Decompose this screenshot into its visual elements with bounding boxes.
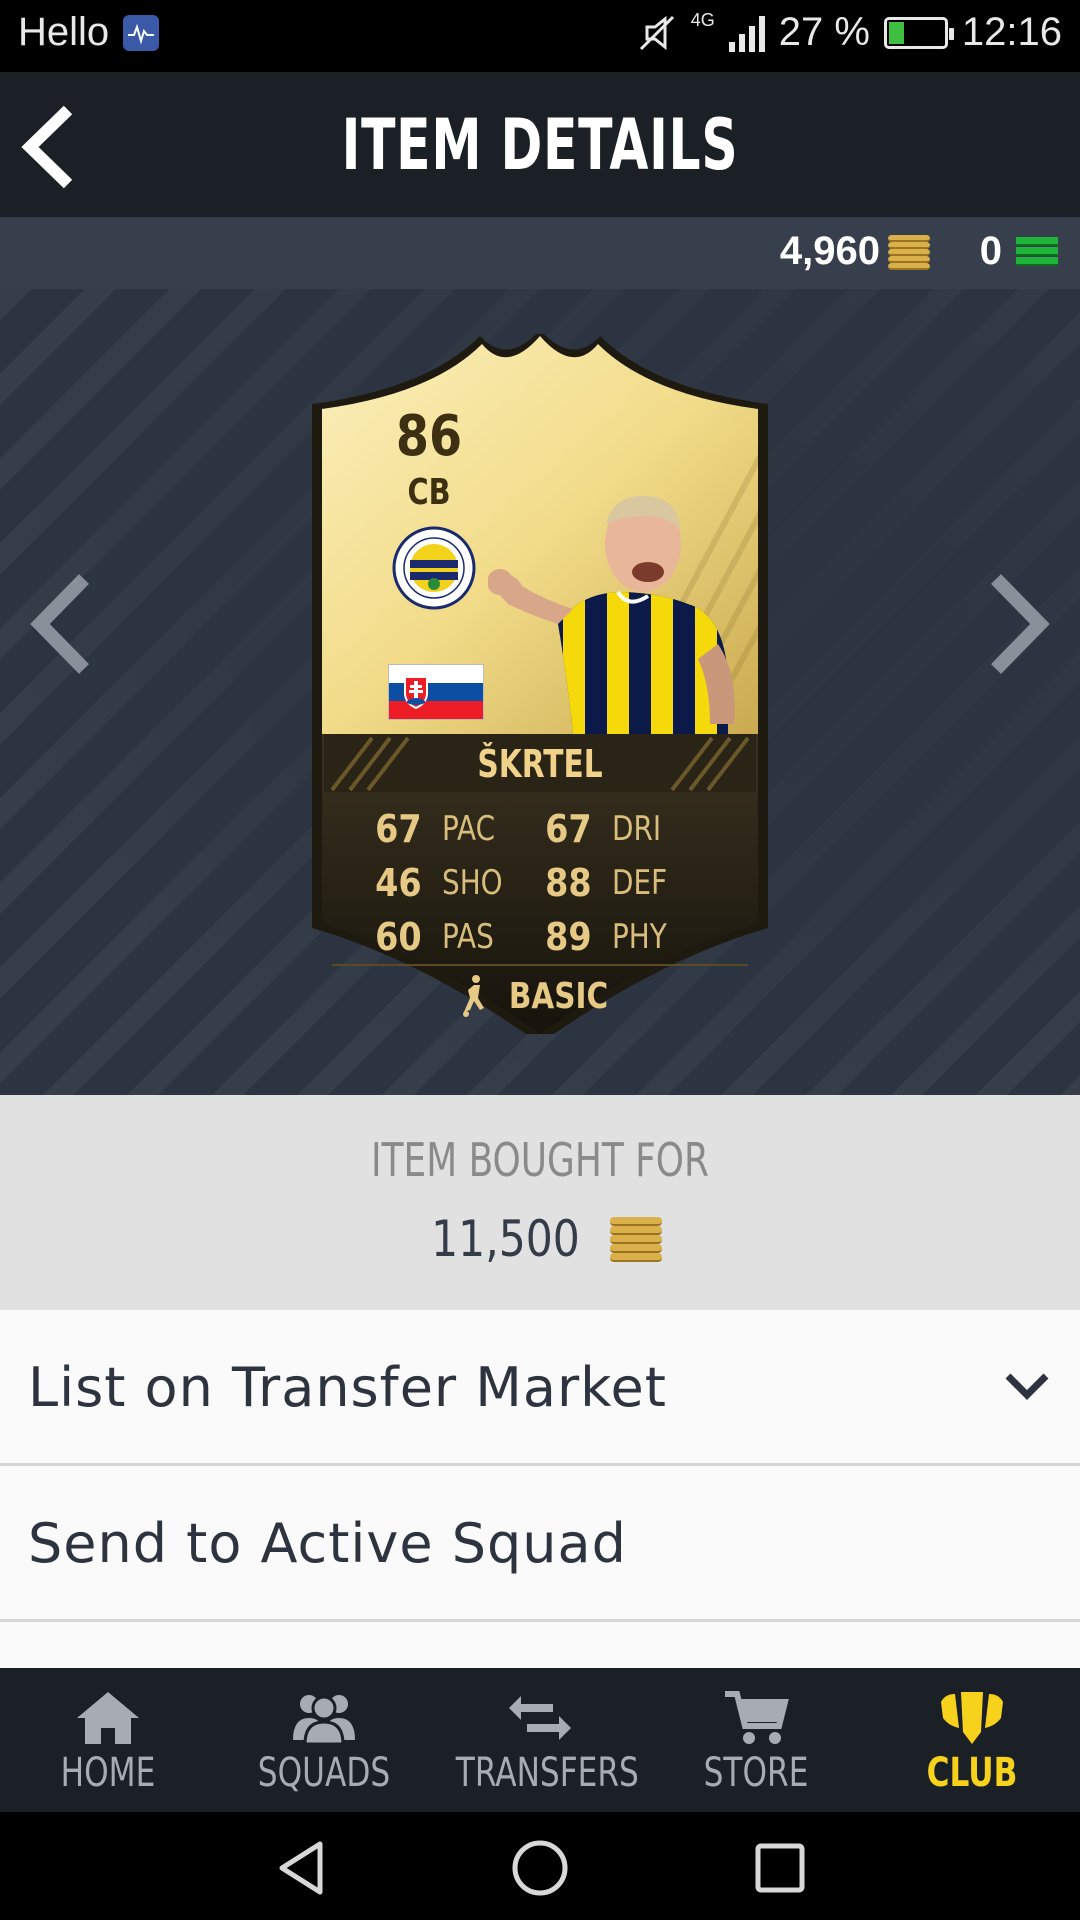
stat-dri: 67 DRI (542, 807, 712, 851)
chemistry-style-label: BASIC (509, 975, 609, 1017)
player-card[interactable]: 86 CB ŠKRTEL 67 PAC 67 DRI 46 SHO 88 DEF… (312, 334, 768, 1034)
bottom-tab-bar: HOME SQUADS TRANSFERS STORE CLUB (0, 1668, 1080, 1812)
points-value: 0 (979, 229, 1002, 273)
stat-value: 89 (545, 915, 592, 959)
page-title: ITEM DETAILS (341, 104, 739, 186)
nation-flag-icon (388, 664, 484, 720)
tab-home[interactable]: HOME (0, 1668, 216, 1812)
stat-def: 88 DEF (542, 861, 712, 905)
currency-bar: 4,960 0 (0, 217, 1080, 289)
tab-transfers[interactable]: TRANSFERS (432, 1668, 648, 1812)
card-nameplate: ŠKRTEL (324, 734, 756, 792)
cart-icon (725, 1691, 789, 1744)
stat-value: 67 (545, 807, 592, 851)
club-icon (941, 1692, 1003, 1744)
transfers-icon (509, 1696, 571, 1740)
action-label: List on Transfer Market (28, 1356, 667, 1419)
stat-phy: 89 PHY (542, 915, 712, 959)
chemistry-style: BASIC (312, 974, 768, 1018)
status-bar: Hello 4G 27 % 12:16 (0, 0, 1080, 72)
battery-percent: 27 % (778, 10, 870, 54)
list-on-transfer-market-button[interactable]: List on Transfer Market (0, 1310, 1080, 1466)
tab-label: STORE (703, 1750, 809, 1796)
stat-pac: 67 PAC (372, 807, 542, 851)
status-left: Hello (18, 10, 160, 55)
chevron-down-icon (1005, 1373, 1049, 1400)
bought-price-value: 11,500 (430, 1210, 580, 1268)
coins-balance: 4,960 (780, 229, 930, 274)
chevron-left-icon (30, 574, 90, 674)
card-divider (332, 964, 748, 966)
player-portrait (487, 474, 743, 734)
card-rating: 86 (395, 404, 463, 469)
card-position: CB (407, 472, 451, 513)
stat-row: 60 PAS 89 PHY (372, 910, 712, 964)
mute-icon (639, 15, 674, 50)
bought-price: 11,500 (0, 1210, 1080, 1268)
send-to-active-squad-button[interactable]: Send to Active Squad (0, 1466, 1080, 1622)
stat-pas: 60 PAS (372, 915, 542, 959)
squads-icon (293, 1695, 355, 1746)
tab-store[interactable]: STORE (648, 1668, 864, 1812)
stat-label: PHY (612, 917, 667, 957)
purchase-info: ITEM BOUGHT FOR 11,500 (0, 1095, 1080, 1310)
tab-label: HOME (60, 1750, 156, 1796)
points-icon (1016, 235, 1058, 269)
stat-value: 88 (545, 861, 592, 905)
points-balance: 0 (980, 229, 1058, 274)
previous-item-button[interactable] (24, 569, 104, 679)
action-list: List on Transfer Market Send to Active S… (0, 1310, 1080, 1668)
stat-label: PAC (442, 809, 496, 849)
chevron-right-icon (990, 574, 1050, 674)
carrier-label: Hello (18, 10, 110, 54)
system-home-icon[interactable] (510, 1838, 570, 1898)
action-label: Send to Active Squad (28, 1512, 627, 1575)
system-navigation-bar (0, 1812, 1080, 1920)
system-recents-icon[interactable] (750, 1838, 810, 1898)
club-crest-icon (392, 526, 476, 610)
health-app-icon (123, 14, 160, 51)
clock: 12:16 (961, 10, 1062, 54)
chemistry-style-icon (463, 975, 485, 1017)
stat-label: DEF (612, 863, 668, 903)
next-item-button[interactable] (976, 569, 1056, 679)
stat-label: PAS (442, 917, 494, 957)
app-header: ITEM DETAILS (0, 72, 1080, 217)
player-name: ŠKRTEL (477, 742, 603, 786)
back-arrow-icon (21, 105, 73, 189)
battery-icon (883, 16, 954, 49)
card-stats: 67 PAC 67 DRI 46 SHO 88 DEF 60 PAS 89 PH… (372, 802, 712, 964)
stat-value: 67 (375, 807, 422, 851)
stat-value: 60 (375, 915, 422, 959)
stat-label: DRI (612, 809, 662, 849)
signal-icon (728, 14, 765, 52)
stat-value: 46 (375, 861, 422, 905)
system-back-icon[interactable] (272, 1838, 332, 1898)
tab-label: TRANSFERS (455, 1750, 639, 1796)
tab-squads[interactable]: SQUADS (216, 1668, 432, 1812)
status-right: 4G 27 % 12:16 (637, 10, 1062, 55)
home-icon (77, 1692, 139, 1744)
card-viewer: 86 CB ŠKRTEL 67 PAC 67 DRI 46 SHO 88 DEF… (0, 289, 1080, 1095)
stat-row: 67 PAC 67 DRI (372, 802, 712, 856)
coins-icon (888, 233, 930, 271)
stat-row: 46 SHO 88 DEF (372, 856, 712, 910)
tab-club[interactable]: CLUB (864, 1668, 1080, 1812)
bought-label: ITEM BOUGHT FOR (371, 1133, 709, 1187)
tab-label: CLUB (926, 1750, 1018, 1796)
stat-sho: 46 SHO (372, 861, 542, 905)
back-button[interactable] (18, 102, 88, 192)
network-type-label: 4G (690, 10, 715, 30)
stat-label: SHO (442, 863, 503, 903)
coins-icon (610, 1215, 663, 1263)
coins-value: 4,960 (779, 229, 880, 273)
tab-label: SQUADS (257, 1750, 391, 1796)
